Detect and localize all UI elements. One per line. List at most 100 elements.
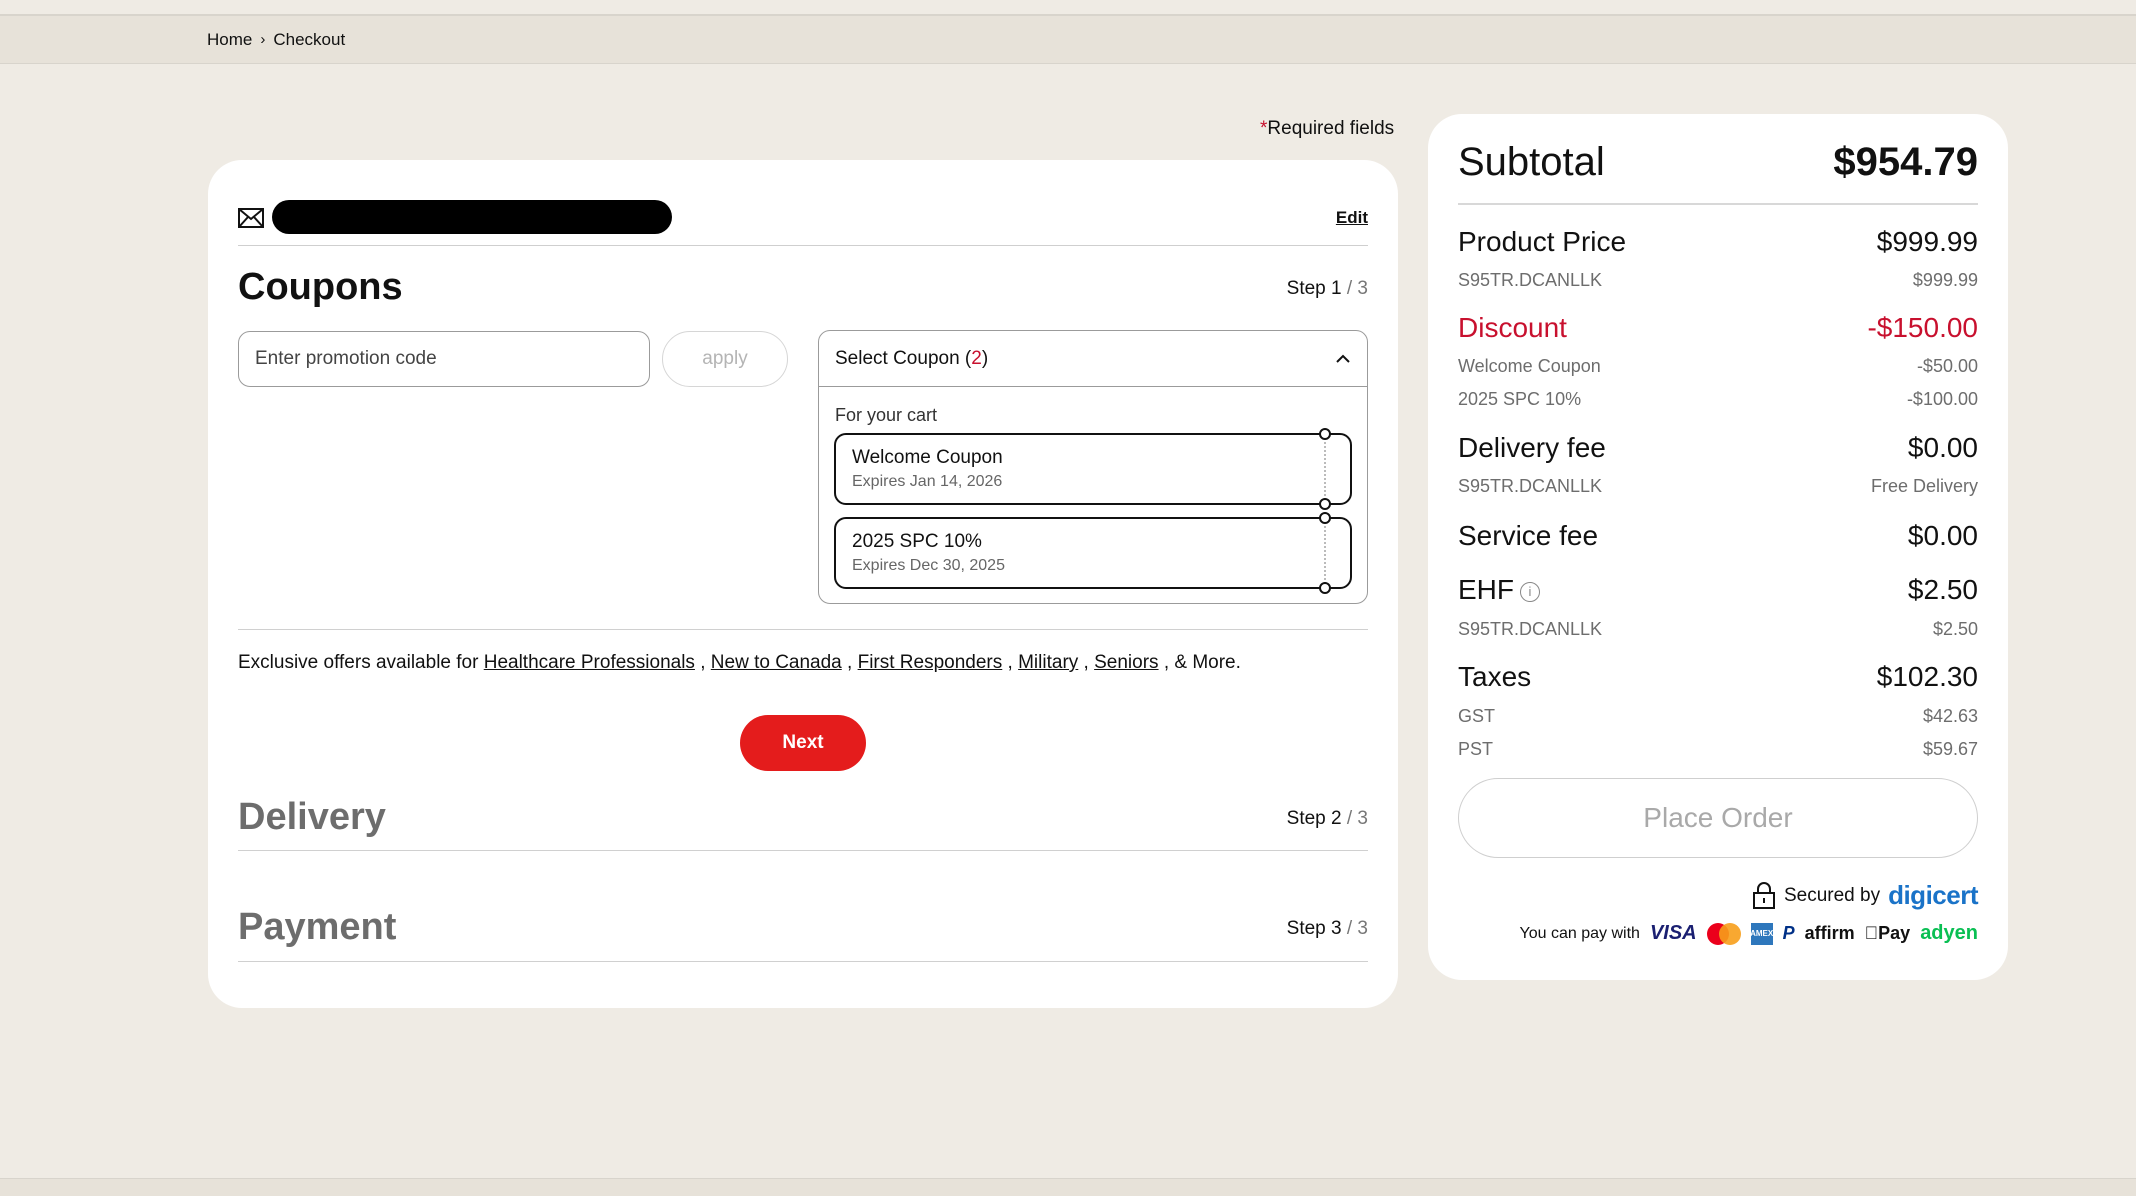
breadcrumb-current: Checkout [273, 29, 346, 49]
discount-item-label: Welcome Coupon [1458, 356, 1601, 376]
step-current: 1 [1331, 278, 1342, 299]
offers-prefix: Exclusive offers available for [238, 652, 479, 673]
product-price-row: Product Price $999.99 [1458, 226, 1978, 258]
info-icon[interactable]: i [1520, 581, 1540, 602]
discount-item-value: -$100.00 [1906, 389, 1978, 409]
breadcrumb-home[interactable]: Home [207, 30, 252, 50]
mastercard-logo [1706, 922, 1741, 945]
service-fee-row: Service fee $0.00 [1458, 520, 1978, 552]
coupon-name: 2025 SPC 10% [852, 531, 982, 552]
for-your-cart-label: For your cart [835, 405, 938, 425]
place-order-button[interactable]: Place Order [1458, 778, 1978, 858]
gst-row: GST $42.63 [1458, 706, 1978, 727]
discount-label: Discount [1458, 312, 1567, 343]
offer-link-military[interactable]: Military [1018, 652, 1078, 673]
breadcrumb: Home › Checkout [0, 16, 2136, 64]
visa-logo: VISA [1649, 922, 1697, 944]
next-button[interactable]: Next [740, 715, 866, 771]
pst-value: $59.67 [1922, 739, 1978, 759]
coupon-expiry: Expires Jan 14, 2026 [852, 473, 1003, 490]
discount-item-value: -$50.00 [1916, 356, 1978, 376]
email-row: Edit [238, 186, 1368, 246]
taxes-value: $102.30 [1876, 661, 1978, 692]
discount-item-label: 2025 SPC 10% [1458, 389, 1582, 409]
mail-icon [238, 208, 264, 228]
offer-link-first-responders[interactable]: First Responders [858, 652, 1003, 673]
payment-title[interactable]: Payment [238, 906, 396, 949]
coupon-count: 2 [971, 347, 982, 369]
promotion-code-input[interactable] [238, 331, 650, 387]
product-sku-row: S95TR.DCANLLK $999.99 [1458, 270, 1978, 291]
adyen-logo: adyen [1920, 922, 1978, 944]
subtotal-divider [1458, 203, 1978, 205]
taxes-row: Taxes $102.30 [1458, 661, 1978, 693]
step-label: Step [1286, 278, 1326, 299]
coupons-step: Step 1 / 3 [1287, 278, 1368, 300]
order-summary-card: Subtotal $954.79 Product Price $999.99 S… [1428, 114, 2008, 980]
coupon-card[interactable]: 2025 SPC 10% Expires Dec 30, 2025 [834, 512, 1352, 594]
subtotal-label: Subtotal [1458, 140, 1605, 184]
step-total: / 3 [1346, 918, 1368, 939]
coupon-notch [1319, 582, 1331, 594]
select-coupon-label: Select Coupon ( [835, 347, 972, 369]
discount-value: -$150.00 [1867, 312, 1978, 343]
offer-link-new-to-canada[interactable]: New to Canada [711, 652, 842, 673]
coupon-notch [1319, 428, 1331, 440]
pst-label: PST [1458, 739, 1494, 759]
coupon-dropdown: Select Coupon (2) For your cart Welcome … [818, 330, 1368, 604]
discount-item-row: Welcome Coupon -$50.00 [1458, 356, 1978, 377]
delivery-sku-row: S95TR.DCANLLK Free Delivery [1458, 476, 1978, 497]
ehf-sku-value: $2.50 [1932, 619, 1978, 639]
required-fields-note: *Required fields [1260, 118, 1394, 140]
offer-link-seniors[interactable]: Seniors [1094, 652, 1158, 673]
delivery-fee-row: Delivery fee $0.00 [1458, 432, 1978, 464]
chevron-up-icon [1336, 354, 1350, 363]
service-fee-label: Service fee [1458, 520, 1599, 551]
coupon-notch [1319, 512, 1331, 524]
coupon-notch [1319, 498, 1331, 510]
delivery-step: Step 2 / 3 [1287, 808, 1368, 830]
ehf-label: EHF [1458, 574, 1514, 605]
coupons-title: Coupons [238, 266, 403, 308]
coupon-name: Welcome Coupon [852, 447, 1003, 468]
step-label: Step [1286, 808, 1326, 829]
delivery-fee-label: Delivery fee [1458, 432, 1606, 463]
pst-row: PST $59.67 [1458, 739, 1978, 760]
lock-icon [1752, 881, 1775, 909]
secured-by-badge: Secured by digicert [1752, 880, 1978, 911]
coupon-perforation [1324, 435, 1326, 503]
service-fee-value: $0.00 [1907, 520, 1978, 551]
chevron-right-icon: › [260, 31, 266, 48]
pay-with-label: You can pay with [1519, 924, 1640, 942]
ehf-row: EHF i $2.50 [1458, 574, 1978, 606]
redacted-email [272, 200, 672, 234]
amex-logo: AMEX [1750, 922, 1773, 945]
select-coupon-suffix: ) [981, 347, 989, 369]
gst-label: GST [1458, 706, 1496, 726]
step-label: Step [1286, 918, 1326, 939]
product-sku-value: $999.99 [1912, 270, 1978, 290]
ehf-sku-row: S95TR.DCANLLK $2.50 [1458, 619, 1978, 640]
delivery-divider [238, 850, 1368, 851]
edit-email-link[interactable]: Edit [1336, 208, 1368, 228]
taxes-label: Taxes [1458, 661, 1532, 692]
coupon-expiry: Expires Dec 30, 2025 [852, 557, 1005, 574]
digicert-logo: digicert [1888, 880, 1978, 910]
ehf-label-wrap: EHF i [1458, 574, 1540, 606]
step-current: 3 [1331, 918, 1342, 939]
product-price-label: Product Price [1458, 226, 1627, 257]
offer-link-healthcare[interactable]: Healthcare Professionals [484, 652, 695, 673]
apply-button[interactable]: apply [662, 331, 788, 387]
select-coupon-toggle[interactable]: Select Coupon (2) [819, 331, 1367, 387]
payment-step: Step 3 / 3 [1287, 918, 1368, 940]
coupon-card[interactable]: Welcome Coupon Expires Jan 14, 2026 [834, 428, 1352, 510]
discount-item-row: 2025 SPC 10% -$100.00 [1458, 389, 1978, 410]
step-total: / 3 [1346, 278, 1368, 299]
payment-methods: You can pay with VISA AMEX P affirm Pay… [1520, 922, 1978, 945]
exclusive-offers-text: Exclusive offers available for Healthcar… [238, 652, 1241, 673]
delivery-fee-value: $0.00 [1907, 432, 1978, 463]
step-current: 2 [1331, 808, 1342, 829]
ehf-sku: S95TR.DCANLLK [1458, 619, 1603, 639]
discount-row: Discount -$150.00 [1458, 312, 1978, 344]
delivery-title[interactable]: Delivery [238, 796, 386, 839]
